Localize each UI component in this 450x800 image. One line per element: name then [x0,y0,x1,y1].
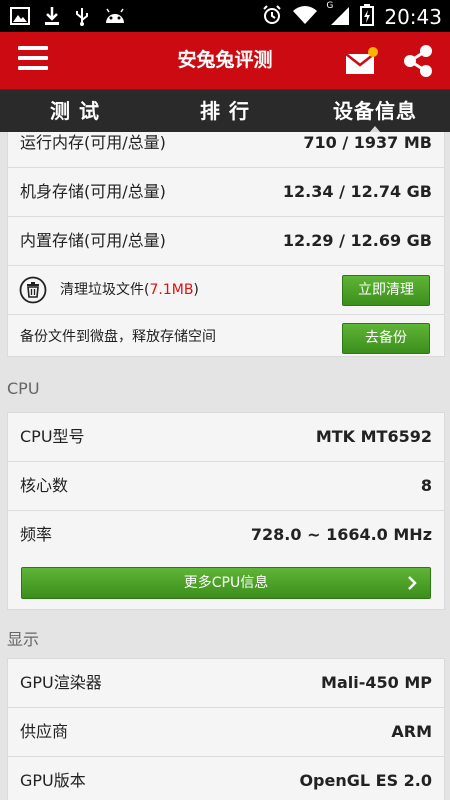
junk-files-text: 清理垃圾文件(7.1MB) [60,266,199,314]
image-notification-icon [10,7,30,29]
gpu-renderer-label: GPU渲染器 [20,673,102,692]
junk-clean-row: 清理垃圾文件(7.1MB) 立即清理 [8,266,444,315]
cpu-cores-value: 8 [420,476,432,495]
cpu-cores-label: 核心数 [20,476,69,495]
menu-icon-line [18,66,48,70]
app-title: 安兔兔评测 [177,49,273,71]
gpu-version-value: OpenGL ES 2.0 [299,771,432,790]
cpu-frequency-label: 频率 [20,525,53,544]
menu-icon-line [18,56,48,60]
mail-icon [345,47,378,74]
menu-button[interactable] [18,46,48,74]
gpu-vendor-value: ARM [391,722,432,741]
download-icon [44,6,60,30]
gpu-version-row: GPU版本 OpenGL ES 2.0 [8,757,444,800]
clean-now-button[interactable]: 立即清理 [342,275,430,306]
backup-row: 备份文件到微盘，释放存储空间 去备份 [8,315,444,355]
app-bar: 安兔兔评测 [0,32,450,90]
builtin-storage-row: 内置存储(可用/总量) 12.29 / 12.69 GB [8,217,444,266]
status-bar: G 20:43 [0,0,450,32]
share-icon [404,45,432,77]
gpu-vendor-label: 供应商 [20,722,69,741]
battery-icon [360,4,375,30]
wifi-icon [292,5,318,29]
cpu-model-row: CPU型号 MTK MT6592 [8,413,444,462]
internal-storage-value: 12.34 / 12.74 GB [282,182,432,201]
internal-storage-label: 机身存储(可用/总量) [20,182,166,201]
junk-size-value: 7.1MB [149,282,194,298]
menu-icon-line [18,46,48,50]
junk-label-suffix: ) [193,282,199,298]
gpu-version-label: GPU版本 [20,771,86,790]
cpu-model-label: CPU型号 [20,427,85,446]
cpu-section-title: CPU [7,379,40,398]
more-cpu-info-label: 更多CPU信息 [183,575,269,591]
ram-label: 运行内存(可用/总量) [20,133,166,152]
display-card: GPU渲染器 Mali-450 MP 供应商 ARM GPU版本 OpenGL … [7,658,445,800]
tab-ranking[interactable]: 排 行 [150,90,300,132]
tab-device-info[interactable]: 设备信息 [300,90,450,133]
cpu-card: CPU型号 MTK MT6592 核心数 8 频率 728.0 ~ 1664.0… [7,412,445,610]
share-button[interactable] [400,44,436,78]
more-cpu-info-button[interactable]: 更多CPU信息 [21,567,431,599]
cpu-frequency-row: 频率 728.0 ~ 1664.0 MHz [8,511,444,559]
chevron-right-icon [406,568,418,609]
mail-button[interactable] [344,46,380,76]
cpu-cores-row: 核心数 8 [8,462,444,511]
builtin-storage-label: 内置存储(可用/总量) [20,231,166,250]
tab-bar: 测 试 排 行 设备信息 [0,90,450,133]
backup-button[interactable]: 去备份 [342,323,430,354]
display-section-title: 显示 [7,630,40,649]
gpu-vendor-row: 供应商 ARM [8,708,444,757]
network-type-text: G [326,1,334,11]
builtin-storage-value: 12.29 / 12.69 GB [282,231,432,250]
clock-text: 20:43 [384,5,442,29]
device-info-scroll-area[interactable]: 运行内存(可用/总量) 710 / 1937 MB 机身存储(可用/总量) 12… [0,132,450,800]
cpu-frequency-value: 728.0 ~ 1664.0 MHz [250,525,432,544]
tab-test[interactable]: 测 试 [0,90,150,132]
alarm-icon [262,5,282,29]
trash-icon [19,276,47,308]
ram-row: 运行内存(可用/总量) 710 / 1937 MB [8,132,444,168]
gpu-renderer-value: Mali-450 MP [321,673,432,692]
signal-icon: G [326,1,350,29]
gpu-renderer-row: GPU渲染器 Mali-450 MP [8,659,444,708]
cpu-model-value: MTK MT6592 [315,427,432,446]
storage-card: 运行内存(可用/总量) 710 / 1937 MB 机身存储(可用/总量) 12… [7,132,445,357]
ram-value: 710 / 1937 MB [303,133,432,152]
usb-icon [74,6,90,30]
internal-storage-row: 机身存储(可用/总量) 12.34 / 12.74 GB [8,168,444,217]
junk-label-prefix: 清理垃圾文件( [60,282,150,298]
backup-label: 备份文件到微盘，释放存储空间 [20,329,216,345]
android-icon [104,7,126,29]
